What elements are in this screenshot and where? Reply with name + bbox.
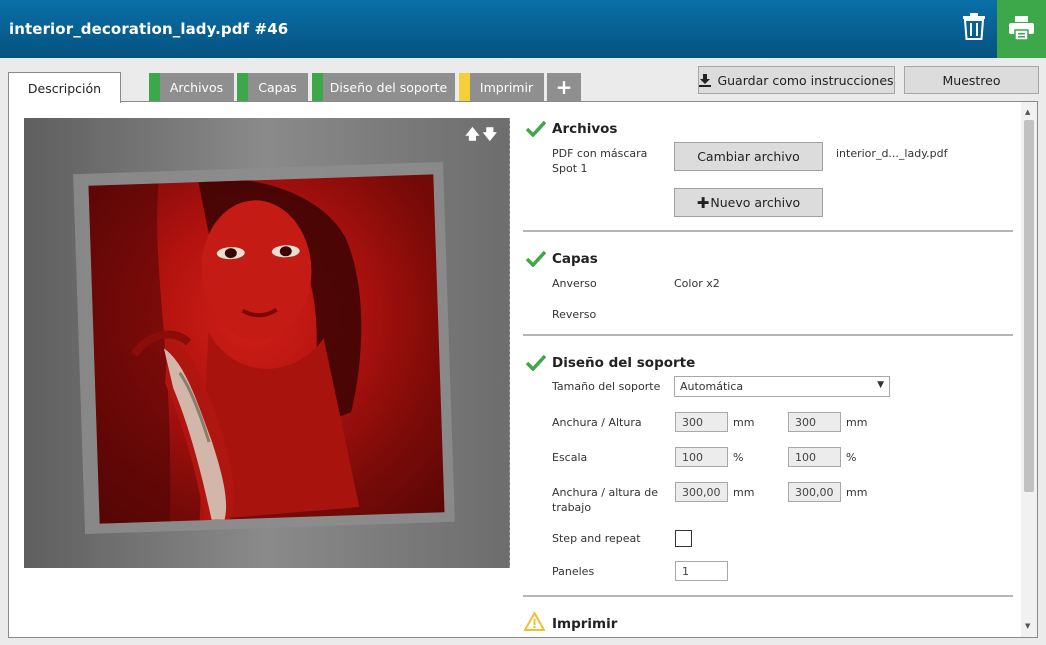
tab-status-indicator xyxy=(149,73,160,101)
scale-x-input[interactable]: 100 xyxy=(675,447,728,467)
step-repeat-label: Step and repeat xyxy=(552,532,641,545)
scale-label: Escala xyxy=(552,451,588,464)
unit-label: mm xyxy=(733,416,755,429)
work-height-input[interactable]: 300,00 xyxy=(788,482,841,502)
tab-label: Diseño del soporte xyxy=(329,79,448,95)
tab-status-indicator xyxy=(312,73,323,101)
save-as-instructions-button[interactable]: Guardar como instrucciones xyxy=(698,66,895,94)
app-header: interior_decoration_lady.pdf #46 xyxy=(0,0,1046,58)
width-height-label: Anchura / Altura xyxy=(552,416,642,429)
media-size-label: Tamaño del soporte xyxy=(552,380,661,393)
page-title: interior_decoration_lady.pdf #46 xyxy=(9,20,289,38)
plus-icon: ✚ xyxy=(696,193,710,212)
pdf-mask-label: PDF con máscara xyxy=(552,147,648,160)
new-file-label: Nuevo archivo xyxy=(710,195,801,210)
front-label: Anverso xyxy=(552,277,597,290)
width-input[interactable]: 300 xyxy=(675,412,728,432)
unit-label: % xyxy=(733,451,744,464)
main-panel: 🡅🡇 Archivos PDF con máscara Spot 1 Cambi… xyxy=(8,101,1038,638)
unit-label: mm xyxy=(846,486,868,499)
download-icon xyxy=(699,73,712,87)
new-file-button[interactable]: ✚ Nuevo archivo xyxy=(674,188,823,217)
scroll-down-icon[interactable]: ▼ xyxy=(1025,622,1030,630)
checkmark-icon xyxy=(526,121,546,137)
tab-archivos[interactable]: Archivos xyxy=(149,73,234,101)
checkmark-icon xyxy=(526,355,546,371)
tab-label: Archivos xyxy=(169,79,224,95)
panels-input[interactable]: 1 xyxy=(675,561,728,581)
section-title-archivos: Archivos xyxy=(552,121,618,137)
add-tab-button[interactable]: + xyxy=(547,73,581,101)
tab-status-indicator xyxy=(459,73,470,101)
work-size-label: Anchura / altura de xyxy=(552,486,659,499)
front-value: Color x2 xyxy=(674,277,720,290)
work-width-input[interactable]: 300,00 xyxy=(675,482,728,502)
tab-capas[interactable]: Capas xyxy=(237,73,308,101)
work-size-label-2: trabajo xyxy=(552,501,592,514)
scrollbar[interactable]: ▲ ▼ xyxy=(1021,102,1037,637)
delete-button[interactable] xyxy=(962,13,988,41)
unit-label: mm xyxy=(846,416,868,429)
divider xyxy=(523,230,1013,232)
plus-icon: + xyxy=(555,75,573,99)
warning-icon xyxy=(524,612,545,631)
divider xyxy=(523,334,1013,336)
height-input[interactable]: 300 xyxy=(788,412,841,432)
tab-status-indicator xyxy=(237,73,248,101)
section-title-capas: Capas xyxy=(552,251,598,267)
tab-label: Capas xyxy=(258,79,297,95)
file-name: interior_d..._lady.pdf xyxy=(836,147,948,160)
preview-image xyxy=(88,174,445,524)
spot-label: Spot 1 xyxy=(552,162,588,175)
printer-icon xyxy=(1009,16,1034,40)
tab-diseno-del-soporte[interactable]: Diseño del soporte xyxy=(312,73,455,101)
media-size-value: Automática xyxy=(680,380,744,393)
tab-label: Imprimir xyxy=(479,79,534,95)
save-as-instructions-label: Guardar como instrucciones xyxy=(717,72,894,88)
change-file-button[interactable]: Cambiar archivo xyxy=(674,142,823,171)
reorder-arrows-icon[interactable]: 🡅🡇 xyxy=(465,124,500,148)
portrait-illustration xyxy=(88,178,362,524)
unit-label: mm xyxy=(733,486,755,499)
scale-y-input[interactable]: 100 xyxy=(788,447,841,467)
section-title-imprimir: Imprimir xyxy=(552,616,618,632)
trash-icon xyxy=(963,13,985,40)
tab-descripcion[interactable]: Descripción xyxy=(8,72,121,103)
caret-down-icon: ▼ xyxy=(877,380,884,390)
scroll-up-icon[interactable]: ▲ xyxy=(1025,108,1030,116)
panels-label: Paneles xyxy=(552,565,595,578)
tab-imprimir[interactable]: Imprimir xyxy=(459,73,544,101)
section-title-diseno: Diseño del soporte xyxy=(552,355,696,371)
divider xyxy=(523,595,1013,597)
media-size-select[interactable]: Automática ▼ xyxy=(674,376,890,397)
sample-button[interactable]: Muestreo xyxy=(904,66,1039,94)
job-preview: 🡅🡇 xyxy=(24,118,510,568)
scrollbar-thumb[interactable] xyxy=(1024,120,1034,492)
step-repeat-checkbox[interactable] xyxy=(675,530,692,547)
back-label: Reverso xyxy=(552,308,597,321)
checkmark-icon xyxy=(526,251,546,267)
unit-label: % xyxy=(846,451,857,464)
print-button[interactable] xyxy=(997,0,1046,58)
